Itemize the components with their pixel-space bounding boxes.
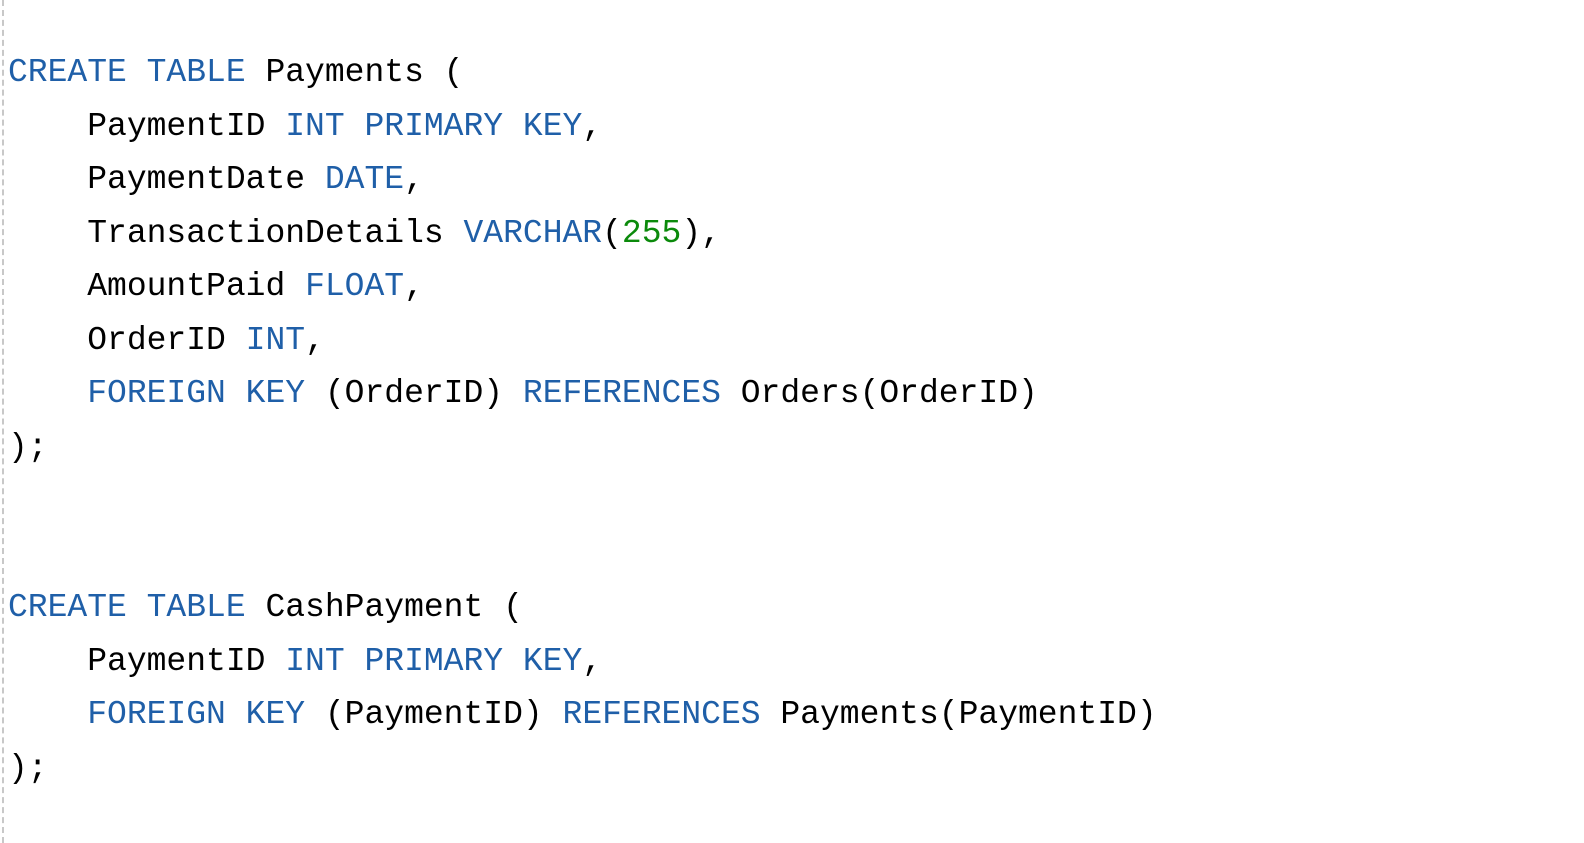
sql-keyword: REFERENCES bbox=[562, 696, 761, 733]
sql-text: PaymentDate bbox=[8, 161, 325, 198]
code-line[interactable]: PaymentDate DATE, bbox=[8, 153, 1157, 207]
code-line[interactable]: ​ bbox=[8, 474, 1157, 528]
sql-text: (OrderID) bbox=[305, 375, 523, 412]
sql-text: , bbox=[404, 268, 424, 305]
sql-keyword: FLOAT bbox=[305, 268, 405, 305]
sql-text: Payments(PaymentID) bbox=[760, 696, 1157, 733]
code-line[interactable]: PaymentID INT PRIMARY KEY, bbox=[8, 100, 1157, 154]
sql-keyword: REFERENCES bbox=[522, 375, 721, 412]
sql-text: ), bbox=[681, 214, 721, 252]
sql-text: , bbox=[404, 161, 424, 198]
code-line[interactable]: ​ bbox=[8, 528, 1157, 582]
sql-text: Payments ( bbox=[245, 54, 464, 91]
code-line[interactable]: CREATE TABLE CashPayment ( bbox=[8, 581, 1157, 635]
sql-text: Orders(OrderID) bbox=[720, 375, 1038, 412]
code-line[interactable]: FOREIGN KEY (PaymentID) REFERENCES Payme… bbox=[8, 688, 1157, 742]
code-line[interactable]: AmountPaid FLOAT, bbox=[8, 260, 1157, 314]
sql-keyword: INT PRIMARY KEY bbox=[285, 642, 583, 680]
code-line[interactable]: CREATE TABLE Payments ( bbox=[8, 46, 1157, 100]
sql-text: PaymentID bbox=[8, 642, 286, 680]
gutter-divider bbox=[2, 0, 4, 843]
sql-keyword: INT bbox=[245, 321, 306, 359]
code-line[interactable]: FOREIGN KEY (OrderID) REFERENCES Orders(… bbox=[8, 367, 1157, 421]
sql-text: OrderID bbox=[8, 321, 246, 359]
sql-text: PaymentID bbox=[8, 107, 286, 145]
code-line[interactable]: TransactionDetails VARCHAR(255), bbox=[8, 207, 1157, 261]
sql-text: ); bbox=[8, 749, 48, 787]
sql-keyword: FOREIGN KEY bbox=[87, 375, 306, 412]
sql-text: (PaymentID) bbox=[305, 696, 563, 733]
sql-text: TransactionDetails bbox=[8, 214, 464, 252]
code-editor[interactable]: CREATE TABLE Payments ( PaymentID INT PR… bbox=[0, 0, 1584, 843]
sql-code-block[interactable]: CREATE TABLE Payments ( PaymentID INT PR… bbox=[8, 46, 1157, 795]
sql-text: , bbox=[305, 321, 325, 359]
sql-text: AmountPaid bbox=[8, 268, 306, 305]
sql-keyword: CREATE TABLE bbox=[8, 54, 246, 91]
code-line[interactable]: ); bbox=[8, 742, 1157, 796]
sql-text: ); bbox=[8, 428, 48, 466]
sql-number: 255 bbox=[621, 214, 682, 252]
sql-keyword: DATE bbox=[324, 161, 405, 198]
code-line[interactable]: OrderID INT, bbox=[8, 314, 1157, 368]
sql-keyword: VARCHAR bbox=[463, 214, 603, 252]
sql-text: CashPayment ( bbox=[245, 589, 523, 626]
sql-keyword: FOREIGN KEY bbox=[87, 696, 306, 733]
sql-keyword: CREATE TABLE bbox=[8, 589, 246, 626]
sql-text: ( bbox=[602, 214, 622, 252]
code-line[interactable]: ); bbox=[8, 421, 1157, 475]
sql-text: , bbox=[582, 642, 603, 680]
code-line[interactable]: PaymentID INT PRIMARY KEY, bbox=[8, 635, 1157, 689]
sql-keyword: INT PRIMARY KEY bbox=[285, 107, 583, 145]
sql-text: , bbox=[582, 107, 603, 145]
